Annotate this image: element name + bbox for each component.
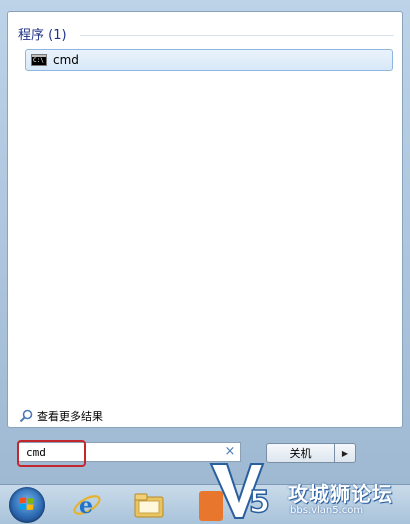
more-results-label: 查看更多结果: [37, 410, 103, 423]
internet-explorer-icon[interactable]: e: [72, 490, 102, 520]
windows-logo-icon: [19, 497, 34, 510]
cmd-icon: C:\: [31, 54, 47, 66]
start-button[interactable]: [9, 487, 45, 523]
svg-text:e: e: [79, 493, 93, 519]
result-item-label: cmd: [53, 53, 79, 67]
folder-icon[interactable]: [133, 491, 165, 519]
more-results-link[interactable]: 查看更多结果: [19, 408, 103, 424]
svg-text:5: 5: [249, 485, 270, 520]
search-results-panel: 程序 (1) C:\ cmd 查看更多结果: [7, 11, 403, 428]
watermark-url: bbs.vlan5.com: [290, 505, 364, 516]
watermark-logo: 5: [209, 463, 271, 521]
result-item-cmd[interactable]: C:\ cmd: [25, 49, 393, 71]
search-icon: [19, 409, 33, 423]
search-highlight-box: [17, 440, 86, 467]
start-menu: 程序 (1) C:\ cmd 查看更多结果 cmd × 关机 ▶: [0, 0, 410, 484]
shutdown-options-button[interactable]: ▶: [334, 443, 356, 463]
section-divider: [80, 35, 394, 36]
watermark-title: 攻城狮论坛: [288, 482, 393, 506]
programs-section-header: 程序 (1): [18, 28, 67, 43]
